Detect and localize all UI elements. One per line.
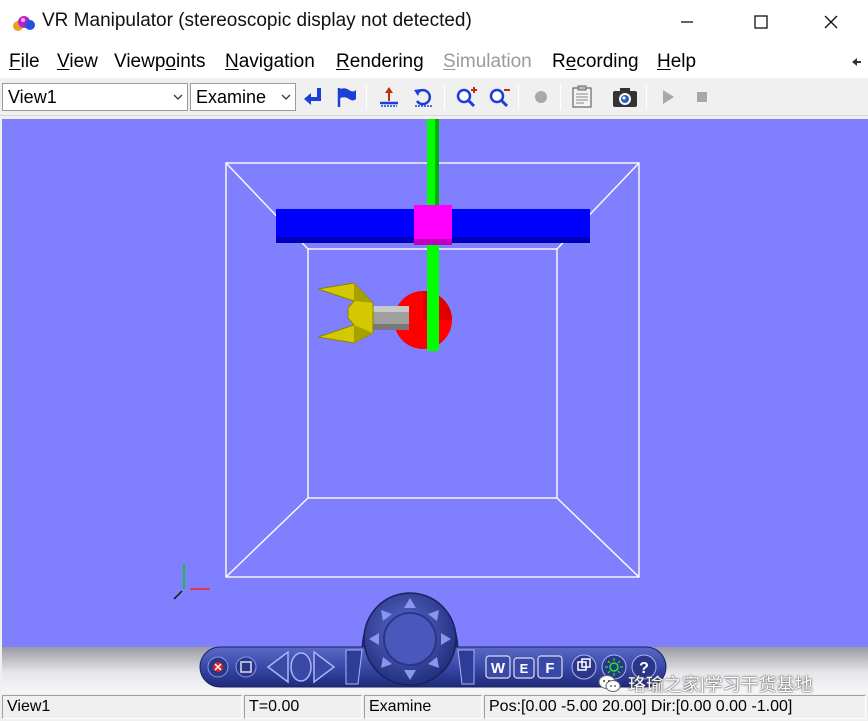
status-mode: Examine: [364, 695, 482, 719]
menu-accel: o: [165, 51, 176, 72]
play-button[interactable]: [654, 84, 682, 110]
navigation-mode-select[interactable]: Examine: [190, 83, 296, 111]
menu-label: iew: [69, 51, 98, 72]
undo-move-button[interactable]: [410, 84, 438, 110]
menu-accel: N: [225, 51, 239, 72]
close-icon: [824, 15, 838, 29]
zoom-in-icon: [456, 87, 477, 108]
menu-simulation[interactable]: Simulation: [443, 51, 532, 73]
chevron-down-icon: [281, 94, 291, 100]
status-position: Pos:[0.00 -5.00 20.00] Dir:[0.00 0.00 -1…: [484, 695, 866, 719]
status-bar: View1 T=0.00 Examine Pos:[0.00 -5.00 20.…: [0, 693, 868, 721]
toolbar-separator: [444, 84, 445, 110]
menu-navigation[interactable]: Navigation: [225, 51, 315, 73]
menu-accel: V: [57, 51, 70, 72]
zoom-out-button[interactable]: [485, 84, 513, 110]
menu-accel: F: [9, 51, 21, 72]
chevron-down-icon: [173, 94, 183, 100]
status-time: T=0.00: [244, 695, 362, 719]
wireframe-button[interactable]: W: [485, 655, 511, 679]
maximize-icon: [754, 15, 768, 29]
menu-view[interactable]: View: [57, 51, 98, 73]
straighten-up-button[interactable]: [375, 84, 403, 110]
menu-viewpoints[interactable]: Viewpoints: [114, 51, 206, 73]
wechat-icon: [598, 675, 621, 692]
menu-label: R: [552, 51, 566, 72]
edges-label: E: [520, 661, 529, 676]
close-button[interactable]: [808, 0, 854, 44]
viewpoint-select[interactable]: View1: [2, 83, 188, 111]
snapshot-icon: [613, 88, 637, 107]
menu-help[interactable]: Help: [657, 51, 696, 73]
toolbar-separator: [518, 84, 519, 110]
room-edge: [556, 497, 640, 578]
minimize-button[interactable]: [664, 0, 710, 44]
scene-render: [173, 119, 640, 600]
undo-move-icon: [414, 88, 433, 107]
zoom-out-icon: [489, 88, 510, 108]
menu-label: avigation: [238, 51, 315, 72]
capture-settings-icon: [572, 85, 592, 108]
navigation-mode-value: Examine: [196, 87, 267, 107]
menu-accel: H: [657, 51, 671, 72]
menu-label: Viewp: [114, 51, 166, 72]
viewpoint-nav-button[interactable]: [571, 654, 597, 680]
toolbar-separator: [366, 84, 367, 110]
capture-settings-button[interactable]: [568, 84, 596, 110]
close-nav-button[interactable]: [207, 656, 229, 678]
toolbar: View1 Examine: [0, 78, 868, 116]
room-edge: [225, 497, 309, 578]
vertical-rod-lower: [427, 245, 439, 291]
record-button[interactable]: [527, 84, 555, 110]
viewpoint-value: View1: [8, 87, 57, 107]
menu-accel: S: [443, 51, 456, 72]
return-to-viewpoint-button[interactable]: [299, 84, 327, 110]
menu-recording[interactable]: Recording: [552, 51, 639, 73]
window-title: VR Manipulator (stereoscopic display not…: [42, 10, 472, 31]
record-icon: [535, 91, 547, 103]
menu-label: ile: [20, 51, 40, 72]
menu-accel: e: [565, 51, 577, 72]
menu-label: ints: [175, 51, 206, 72]
toolbar-separator: [646, 84, 647, 110]
minimize-icon: [681, 21, 693, 23]
edges-button[interactable]: E: [513, 657, 535, 679]
snapshot-button[interactable]: [611, 84, 639, 110]
menu-file[interactable]: File: [9, 51, 40, 73]
vr-scene-canvas[interactable]: [2, 119, 868, 647]
menu-label: cording: [576, 51, 639, 72]
pin-icon[interactable]: [850, 56, 862, 68]
stop-button[interactable]: [688, 84, 716, 110]
straighten-up-icon: [380, 87, 398, 107]
wireframe-label: W: [491, 660, 506, 677]
faces-label: F: [545, 660, 554, 677]
direction-pad[interactable]: [363, 592, 457, 686]
menu-label: elp: [670, 51, 697, 72]
create-viewpoint-button[interactable]: [332, 84, 360, 110]
faces-button[interactable]: F: [537, 655, 563, 679]
minimize-nav-button[interactable]: [235, 656, 257, 678]
toolbar-separator: [560, 84, 561, 110]
zoom-in-button[interactable]: [452, 84, 480, 110]
create-viewpoint-icon: [337, 88, 356, 107]
menu-label: imulation: [455, 51, 532, 72]
orbit-icon[interactable]: [290, 652, 312, 682]
close-nav-icon: [213, 662, 223, 672]
menu-accel: R: [336, 51, 350, 72]
stop-icon: [697, 92, 707, 102]
vr-app-icon: [13, 16, 35, 31]
status-viewpoint: View1: [2, 695, 242, 719]
return-to-viewpoint-icon: [304, 88, 321, 105]
menu-bar: File View Viewpoints Navigation Renderin…: [0, 44, 868, 78]
maximize-button[interactable]: [738, 0, 784, 44]
play-icon: [663, 90, 674, 104]
title-bar: VR Manipulator (stereoscopic display not…: [0, 0, 868, 44]
menu-label: endering: [349, 51, 424, 72]
menu-rendering[interactable]: Rendering: [336, 51, 424, 73]
